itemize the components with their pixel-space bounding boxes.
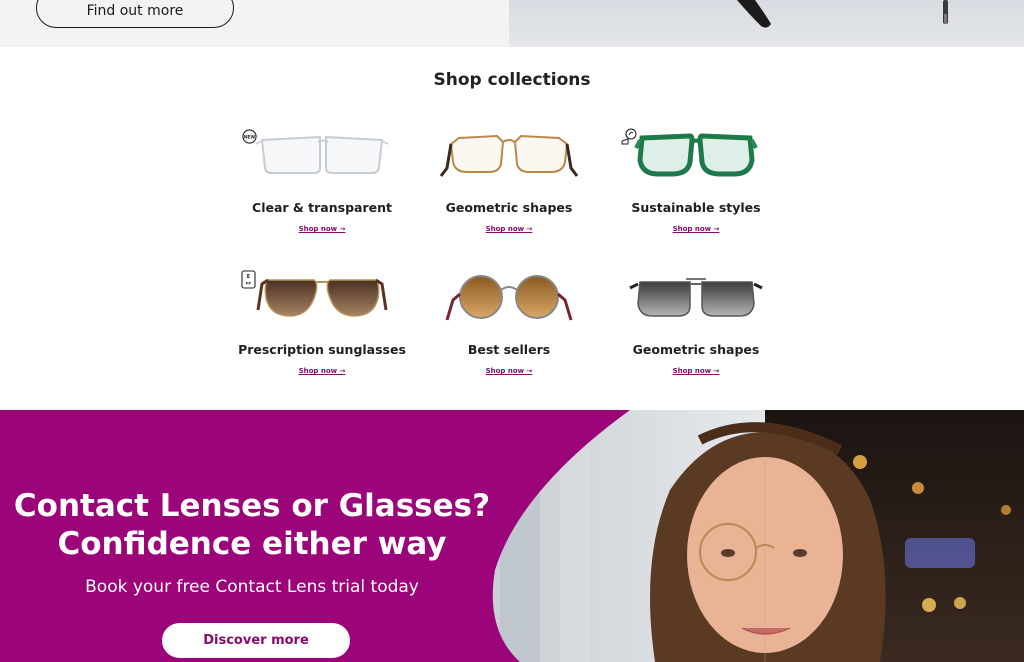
contact-lens-promo: Contact Lenses or Glasses? Confidence ei… — [0, 410, 1024, 662]
collection-card-prescription-sunglasses[interactable]: E FP Prescription sunglasses Shop now → — [232, 270, 412, 377]
clear-glasses-image — [255, 135, 389, 174]
shop-now-link[interactable]: Shop now → — [299, 225, 346, 233]
green-glasses-image — [634, 133, 758, 177]
collection-card-geometric[interactable]: Geometric shapes Shop now → — [419, 128, 599, 235]
shop-now-link[interactable]: Shop now → — [486, 367, 533, 375]
collection-name: Best sellers — [467, 342, 551, 357]
shop-now-link[interactable]: Shop now → — [673, 367, 720, 375]
promo-subtitle: Book your free Contact Lens trial today — [85, 577, 419, 597]
collection-card-geometric-sunglasses[interactable]: Geometric shapes Shop now → — [606, 270, 786, 377]
promo-headline-line2: Confidence either way — [57, 526, 447, 562]
collections-grid: NEW Clear & transparent Shop now → Geome… — [0, 0, 1024, 410]
collection-card-clear[interactable]: NEW Clear & transparent Shop now → — [232, 128, 412, 235]
promo-headline-line1: Contact Lenses or Glasses? — [13, 488, 491, 524]
promo-headline: Contact Lenses or Glasses? Confidence ei… — [0, 487, 504, 563]
shop-now-link[interactable]: Shop now → — [486, 225, 533, 233]
collection-name: Sustainable styles — [631, 200, 761, 215]
shop-now-link[interactable]: Shop now → — [673, 225, 720, 233]
collection-name: Geometric shapes — [445, 200, 573, 215]
geometric-glasses-image — [439, 134, 579, 177]
collection-card-best-sellers[interactable]: Best sellers Shop now → — [419, 270, 599, 377]
collection-name: Geometric shapes — [632, 342, 760, 357]
collection-card-sustainable[interactable]: Sustainable styles Shop now → — [606, 128, 786, 235]
shop-now-link[interactable]: Shop now → — [299, 367, 346, 375]
discover-more-button[interactable]: Discover more — [162, 623, 350, 658]
square-sunglasses-image — [629, 278, 763, 317]
collection-name: Clear & transparent — [252, 200, 392, 215]
aviator-sunglasses-image — [256, 278, 388, 317]
round-sunglasses-image — [445, 275, 573, 321]
collection-name: Prescription sunglasses — [238, 342, 406, 357]
